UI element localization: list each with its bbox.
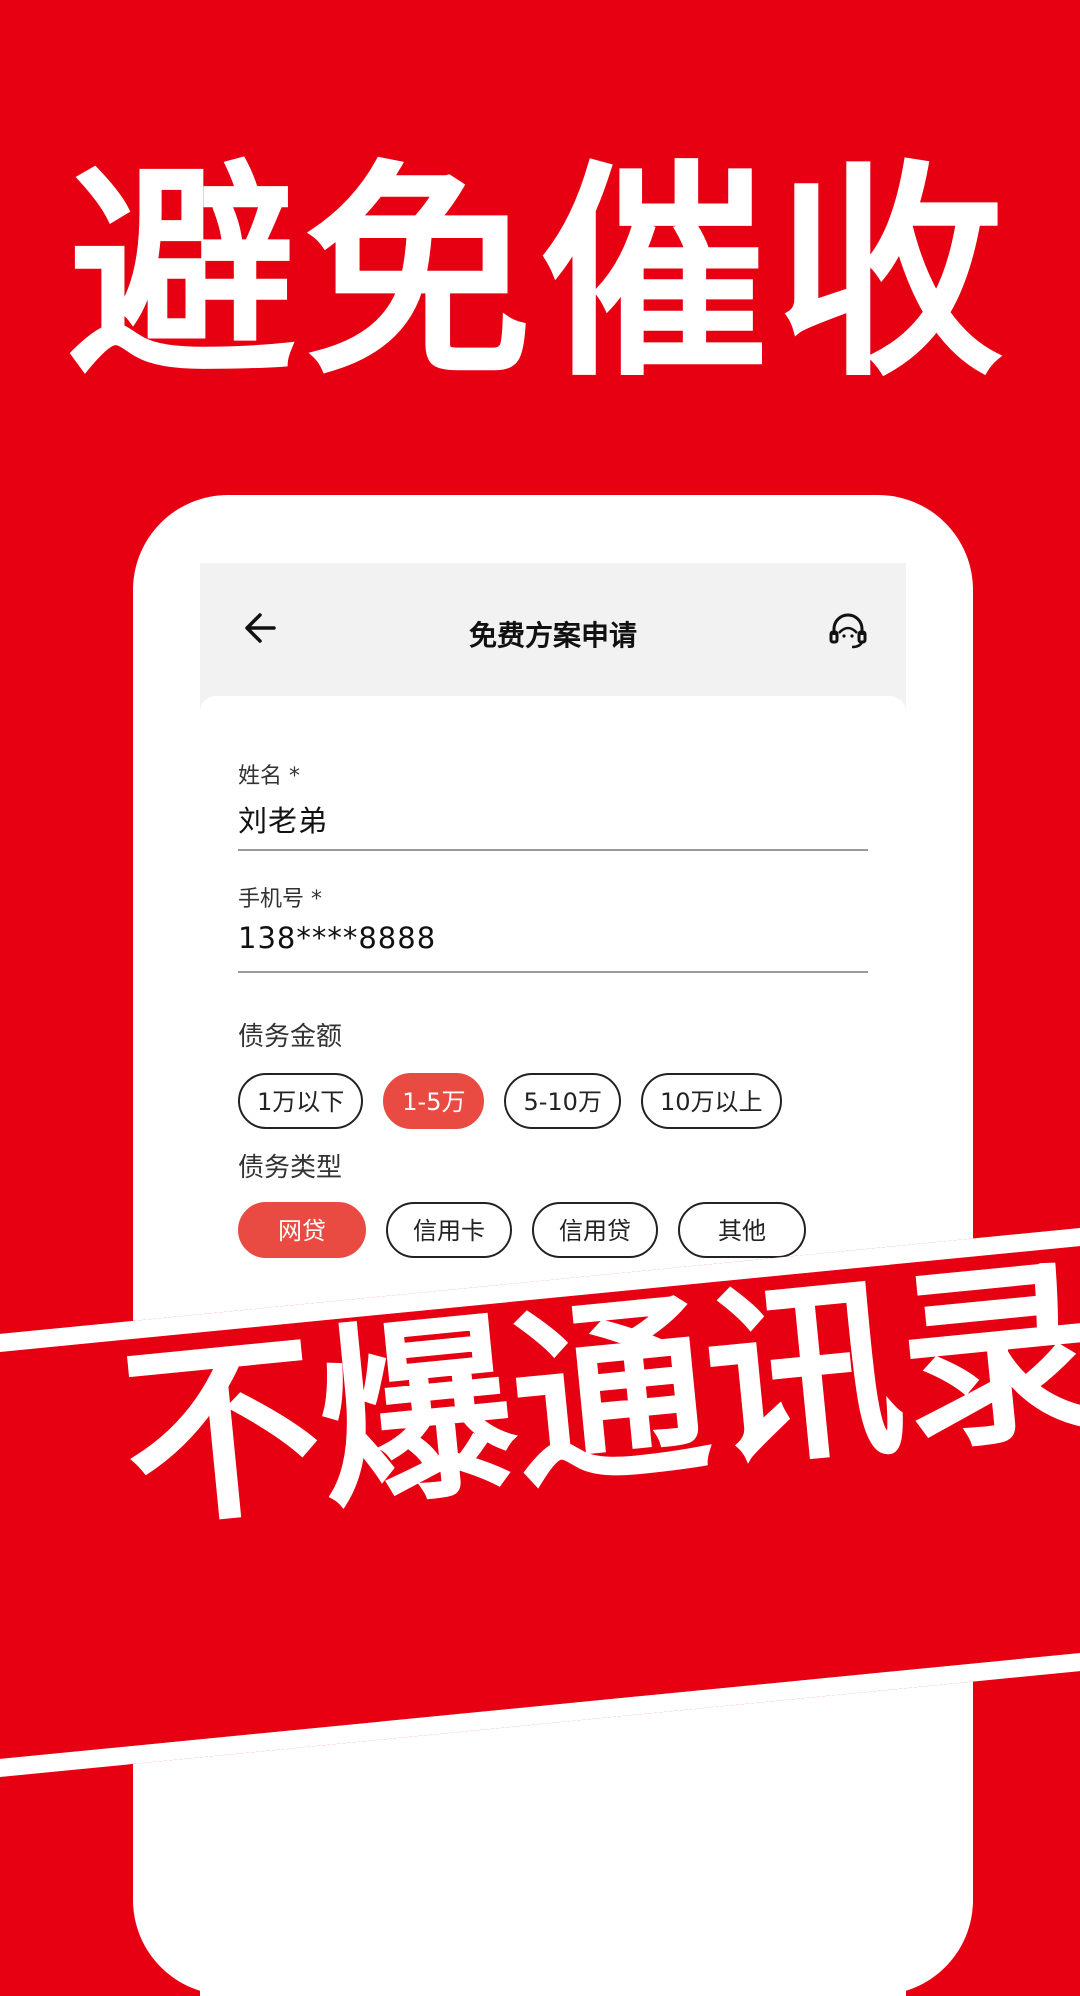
debt-amount-label: 债务金额 [238,1022,343,1052]
phone-field-label: 手机号 * [238,887,322,912]
amount-option-under-10k[interactable]: 1万以下 [238,1073,364,1129]
name-field-underline [238,849,868,851]
type-option-other[interactable]: 其他 [678,1202,806,1258]
debt-type-options: 网贷 信用卡 信用贷 其他 [238,1202,806,1258]
debt-type-label: 债务类型 [238,1153,343,1183]
type-option-online-loan[interactable]: 网贷 [238,1202,366,1258]
amount-option-over-100k[interactable]: 10万以上 [640,1073,782,1129]
name-field-label: 姓名 * [238,764,300,789]
headset-support-icon[interactable] [826,609,870,653]
amount-option-10k-50k[interactable]: 1-5万 [383,1073,485,1129]
type-option-credit-loan[interactable]: 信用贷 [532,1202,658,1258]
name-field[interactable]: 姓名 * 刘老弟 [238,758,868,851]
amount-option-50k-100k[interactable]: 5-10万 [504,1073,621,1129]
phone-field-underline [238,971,868,973]
phone-field-value[interactable]: 138****8888 [238,921,868,955]
type-option-credit-card[interactable]: 信用卡 [386,1202,512,1258]
debt-amount-options: 1万以下 1-5万 5-10万 10万以上 [238,1073,782,1129]
name-field-value[interactable]: 刘老弟 [238,798,868,840]
arrow-left-icon[interactable] [236,603,286,653]
headline-top: 避免催收 [68,141,1012,407]
phone-field[interactable]: 手机号 * 138****8888 [238,881,868,973]
page-title: 免费方案申请 [468,619,637,652]
top-bar: 免费方案申请 [200,563,906,696]
